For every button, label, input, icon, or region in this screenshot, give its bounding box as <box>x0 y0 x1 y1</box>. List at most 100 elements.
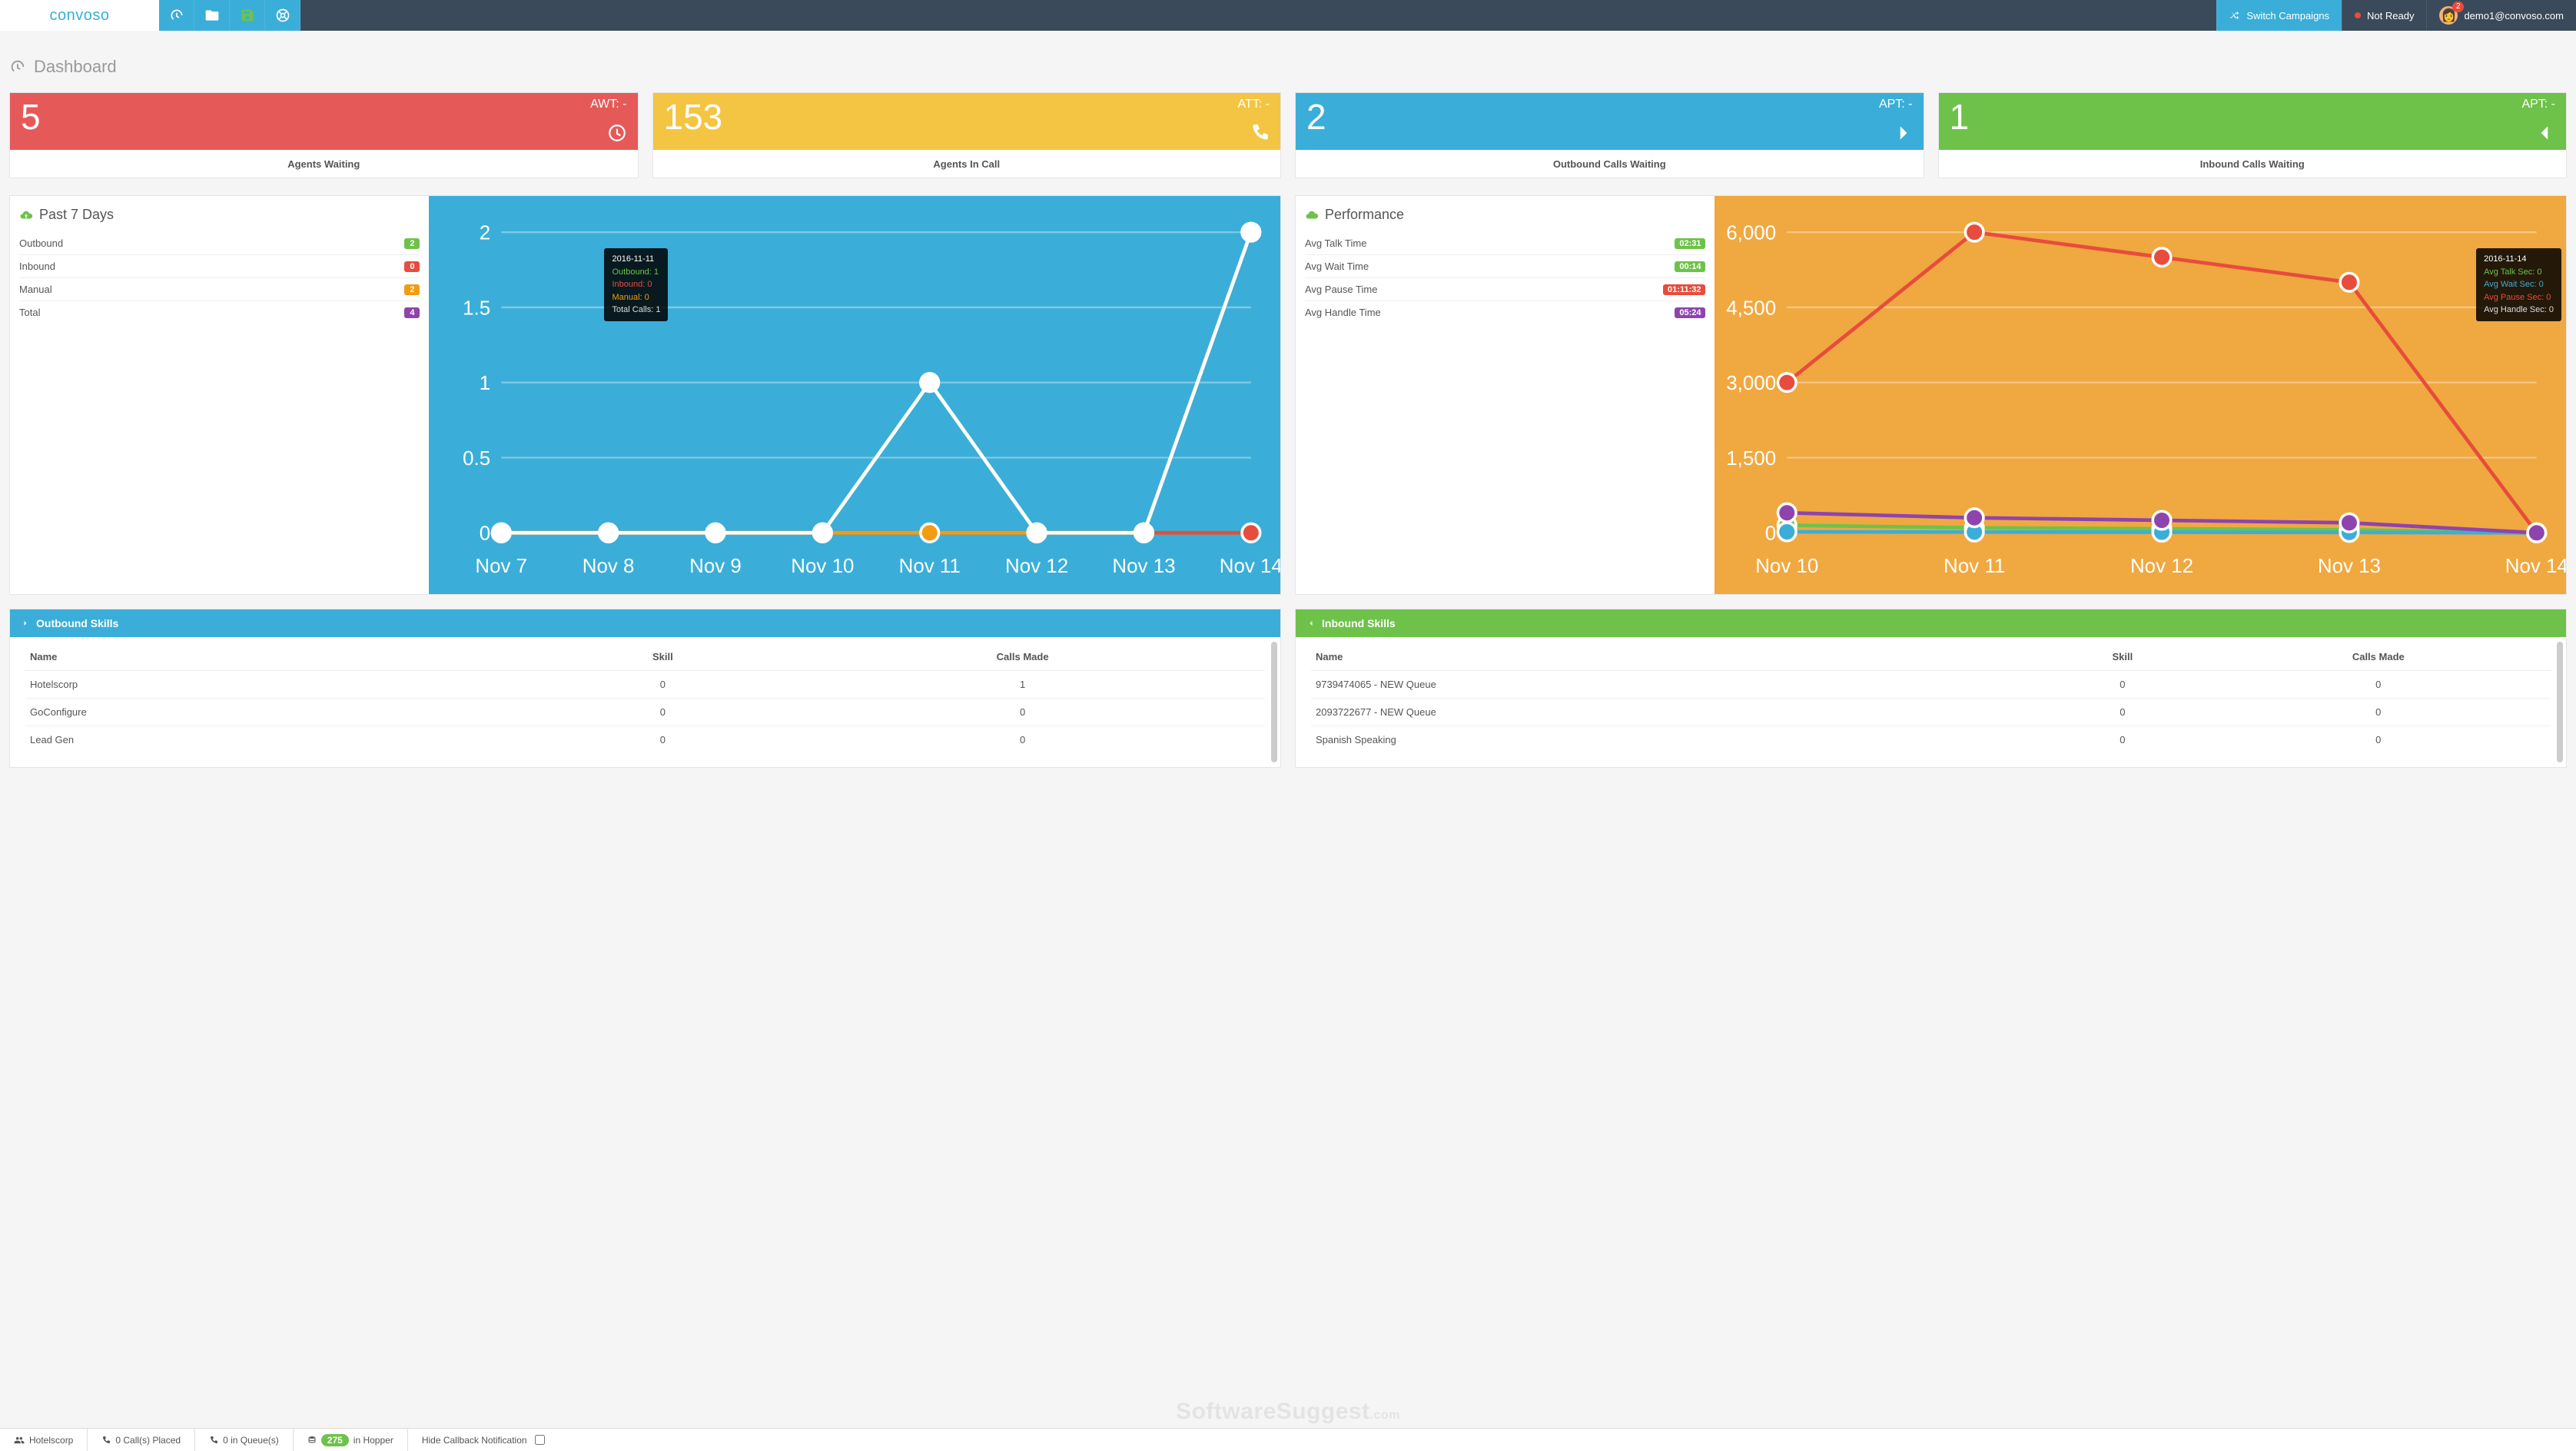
col-header[interactable]: Skill <box>2039 643 2206 671</box>
footer-callback-toggle[interactable]: Hide Callback Notification <box>408 1429 559 1451</box>
nav-help-icon[interactable] <box>265 0 300 31</box>
summary-card-1[interactable]: 153 ATT: - Agents In Call <box>652 92 1282 178</box>
table-row[interactable]: GoConfigure 0 0 <box>25 699 1265 726</box>
card-value: 5 <box>21 99 627 134</box>
col-header[interactable]: Skill <box>545 643 780 671</box>
svg-text:Nov 10: Nov 10 <box>792 556 855 577</box>
svg-text:Nov 9: Nov 9 <box>690 556 742 577</box>
dashboard-icon <box>9 58 26 75</box>
svg-text:1,500: 1,500 <box>1727 448 1777 470</box>
svg-text:0: 0 <box>480 523 490 545</box>
table-row[interactable]: Spanish Speaking 0 0 <box>1311 726 2551 754</box>
stat-row: Manual 2 <box>19 277 420 300</box>
col-header[interactable]: Name <box>1311 643 2039 671</box>
tooltip-line: Avg Pause Sec: 0 <box>2484 291 2554 304</box>
stat-row: Avg Wait Time 00:14 <box>1305 254 1705 277</box>
footer-hopper[interactable]: 275 in Hopper <box>294 1429 408 1451</box>
inbound-skills-header[interactable]: Inbound Skills <box>1296 609 2566 637</box>
cloud-icon <box>1305 208 1319 222</box>
past7-tooltip: 2016-11-11 Outbound: 1Inbound: 0Manual: … <box>604 248 668 321</box>
chevron-left-icon <box>1306 619 1316 628</box>
cell-skill: 0 <box>2039 671 2206 699</box>
table-row[interactable]: Hotelscorp 0 1 <box>25 671 1265 699</box>
svg-text:Nov 14: Nov 14 <box>2505 556 2566 577</box>
chevron-right-icon <box>1893 123 1913 145</box>
tooltip-line: Total Calls: 1 <box>612 304 660 317</box>
hopper-count-pill: 275 <box>321 1434 349 1446</box>
summary-card-0[interactable]: 5 AWT: - Agents Waiting <box>9 92 639 178</box>
svg-text:Nov 11: Nov 11 <box>1944 556 2006 577</box>
stat-badge: 01:11:32 <box>1663 284 1705 295</box>
summary-card-3[interactable]: 1 APT: - Inbound Calls Waiting <box>1938 92 2568 178</box>
nav-dashboard-icon[interactable] <box>159 0 194 31</box>
footer-calls-placed[interactable]: 0 Call(s) Placed <box>88 1429 195 1451</box>
summary-card-2[interactable]: 2 APT: - Outbound Calls Waiting <box>1295 92 1924 178</box>
phone-icon <box>1250 123 1270 145</box>
stat-label: Avg Handle Time <box>1305 307 1381 318</box>
status-label: Not Ready <box>2367 10 2414 22</box>
tooltip-date: 2016-11-14 <box>2484 253 2554 266</box>
stat-badge: 00:14 <box>1675 261 1705 272</box>
footer-campaign[interactable]: Hotelscorp <box>0 1429 88 1451</box>
footer-bar: Hotelscorp 0 Call(s) Placed 0 in Queue(s… <box>0 1428 2576 1451</box>
stat-badge: 0 <box>404 261 420 272</box>
summary-cards: 5 AWT: - Agents Waiting 153 ATT: - Agent… <box>9 92 2567 178</box>
stat-badge: 02:31 <box>1675 238 1705 249</box>
perf-tooltip: 2016-11-14 Avg Talk Sec: 0Avg Wait Sec: … <box>2476 248 2561 321</box>
stat-row: Avg Handle Time 05:24 <box>1305 300 1705 324</box>
nav-folder-icon[interactable] <box>194 0 230 31</box>
shuffle-icon <box>2229 10 2240 21</box>
tooltip-line: Avg Talk Sec: 0 <box>2484 266 2554 279</box>
perf-chart: 01,5003,0004,5006,000Nov 10Nov 11Nov 12N… <box>1715 196 2566 594</box>
stat-label: Avg Pause Time <box>1305 284 1377 295</box>
outbound-skills-header[interactable]: Outbound Skills <box>10 609 1280 637</box>
svg-text:Nov 12: Nov 12 <box>2130 556 2193 577</box>
chevron-right-icon <box>21 619 30 628</box>
cell-name: Hotelscorp <box>25 671 545 699</box>
card-caption: Inbound Calls Waiting <box>1939 150 2567 178</box>
switch-label: Switch Campaigns <box>2246 10 2329 22</box>
agent-status[interactable]: Not Ready <box>2342 0 2426 31</box>
page-title: Dashboard <box>9 57 2567 77</box>
svg-text:3,000: 3,000 <box>1727 373 1777 394</box>
svg-text:Nov 11: Nov 11 <box>899 556 961 577</box>
cell-skill: 0 <box>2039 726 2206 754</box>
cell-name: 2093722677 - NEW Queue <box>1311 699 2039 726</box>
card-value: 153 <box>664 99 1270 134</box>
phone-icon <box>209 1436 218 1445</box>
table-row[interactable]: Lead Gen 0 0 <box>25 726 1265 754</box>
col-header[interactable]: Name <box>25 643 545 671</box>
card-stat: AWT: - <box>590 98 626 111</box>
cell-calls: 1 <box>780 671 1265 699</box>
brand-logo[interactable]: convoso <box>0 0 159 31</box>
chevron-left-icon <box>2535 123 2555 145</box>
database-icon <box>307 1436 317 1445</box>
table-row[interactable]: 2093722677 - NEW Queue 0 0 <box>1311 699 2551 726</box>
svg-text:Nov 13: Nov 13 <box>2318 556 2381 577</box>
past7-chart: 00.511.52Nov 7Nov 8Nov 9Nov 10Nov 11Nov … <box>429 196 1280 594</box>
panel-past7: Past 7 Days Outbound 2 Inbound 0 Manual … <box>9 195 1281 595</box>
nav-save-icon[interactable] <box>230 0 265 31</box>
perf-title: Performance <box>1305 207 1705 223</box>
col-header[interactable]: Calls Made <box>780 643 1265 671</box>
user-menu[interactable]: 👩 2 demo1@convoso.com <box>2426 0 2576 31</box>
table-row[interactable]: 9739474065 - NEW Queue 0 0 <box>1311 671 2551 699</box>
svg-text:Nov 13: Nov 13 <box>1113 556 1176 577</box>
switch-campaigns-button[interactable]: Switch Campaigns <box>2216 0 2342 31</box>
card-value: 2 <box>1306 99 1913 134</box>
col-header[interactable]: Calls Made <box>2206 643 2551 671</box>
stat-label: Avg Wait Time <box>1305 261 1369 272</box>
scrollbar[interactable] <box>1271 642 1277 762</box>
past7-title: Past 7 Days <box>19 207 420 223</box>
svg-text:1: 1 <box>480 373 490 394</box>
svg-text:0.5: 0.5 <box>463 448 491 470</box>
panel-performance: Performance Avg Talk Time 02:31 Avg Wait… <box>1295 195 2567 595</box>
tooltip-date: 2016-11-11 <box>612 253 660 266</box>
stat-label: Avg Talk Time <box>1305 237 1366 249</box>
footer-in-queue[interactable]: 0 in Queue(s) <box>195 1429 294 1451</box>
scrollbar[interactable] <box>2557 642 2563 762</box>
inbound-table: NameSkillCalls Made 9739474065 - NEW Que… <box>1311 643 2551 753</box>
status-dot-icon <box>2355 12 2361 18</box>
cell-calls: 0 <box>780 726 1265 754</box>
callback-checkbox[interactable] <box>535 1435 545 1445</box>
